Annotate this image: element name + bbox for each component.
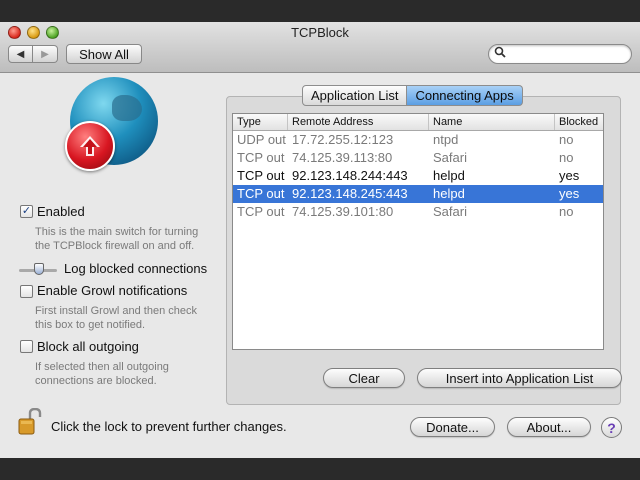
back-button[interactable]: ◀ [8, 45, 33, 63]
cell-name: Safari [433, 204, 467, 219]
cell-name: ntpd [433, 132, 459, 147]
column-header-remote-address[interactable]: Remote Address [288, 114, 429, 130]
forward-arrow-icon: ▶ [41, 48, 49, 60]
block-all-checkbox[interactable] [20, 340, 33, 353]
cell-blocked: yes [559, 186, 580, 201]
cell-type: TCP out [237, 204, 285, 219]
table-row[interactable]: TCP out 74.125.39.113:80 Safari no [233, 149, 603, 167]
enabled-label: Enabled [37, 204, 85, 219]
table-row[interactable]: UDP out 17.72.255.12:123 ntpd no [233, 131, 603, 149]
cell-blocked: no [559, 150, 574, 165]
donate-button[interactable]: Donate... [410, 417, 495, 437]
cell-name: helpd [433, 168, 465, 183]
insert-into-application-list-button[interactable]: Insert into Application List [417, 368, 622, 388]
tab-bar: Application List Connecting Apps [302, 85, 523, 106]
table-header: Type Remote Address Name Blocked [233, 114, 603, 131]
cell-name: helpd [433, 186, 465, 201]
search-field[interactable] [488, 44, 632, 64]
cell-blocked: yes [559, 168, 580, 183]
cell-address: 92.123.148.245:443 [292, 186, 408, 201]
column-header-type[interactable]: Type [233, 114, 288, 130]
cell-address: 17.72.255.12:123 [292, 132, 394, 147]
growl-description: First install Growl and then check this … [35, 305, 198, 331]
enabled-description: This is the main switch for turning the … [35, 226, 199, 252]
forward-button[interactable]: ▶ [33, 45, 58, 63]
cell-blocked: no [559, 132, 574, 147]
lock-text: Click the lock to prevent further change… [51, 419, 287, 434]
cell-type: UDP out [237, 132, 286, 147]
nav-buttons: ◀ ▶ [8, 45, 58, 63]
tab-connecting-apps[interactable]: Connecting Apps [407, 85, 523, 106]
title-bar: TCPBlock ◀ ▶ Show All [0, 22, 640, 73]
growl-label: Enable Growl notifications [37, 283, 188, 298]
search-icon [494, 46, 506, 61]
column-header-name[interactable]: Name [429, 114, 555, 130]
cell-type: TCP out [237, 168, 285, 183]
cell-address: 74.125.39.113:80 [292, 150, 393, 165]
log-slider[interactable] [19, 263, 57, 275]
cell-address: 74.125.39.101:80 [292, 204, 394, 219]
table-row[interactable]: TCP out 92.123.148.244:443 helpd yes [233, 167, 603, 185]
cell-name: Safari [433, 150, 467, 165]
cell-type: TCP out [237, 186, 285, 201]
enabled-checkbox[interactable]: ✓ [20, 205, 33, 218]
slider-knob[interactable] [34, 263, 44, 275]
window-title: TCPBlock [291, 25, 349, 40]
block-all-label: Block all outgoing [37, 339, 139, 354]
block-badge-icon [65, 121, 115, 171]
cell-blocked: no [559, 204, 574, 219]
lock-icon[interactable] [18, 407, 42, 436]
column-header-blocked[interactable]: Blocked [555, 114, 603, 130]
clear-button[interactable]: Clear [323, 368, 405, 388]
block-all-description: If selected then all outgoing connection… [35, 361, 169, 387]
back-arrow-icon: ◀ [16, 48, 25, 60]
tab-application-list[interactable]: Application List [302, 85, 408, 106]
table-row-selected[interactable]: TCP out 92.123.148.245:443 helpd yes [233, 185, 603, 203]
show-all-button[interactable]: Show All [66, 44, 142, 64]
about-button[interactable]: About... [507, 417, 591, 437]
cell-address: 92.123.148.244:443 [292, 168, 408, 183]
log-label: Log blocked connections [64, 261, 208, 276]
help-button[interactable]: ? [601, 417, 622, 438]
growl-checkbox[interactable] [20, 285, 33, 298]
connections-table[interactable]: Type Remote Address Name Blocked UDP out… [232, 113, 604, 350]
cell-type: TCP out [237, 150, 285, 165]
table-row[interactable]: TCP out 74.125.39.101:80 Safari no [233, 203, 603, 221]
